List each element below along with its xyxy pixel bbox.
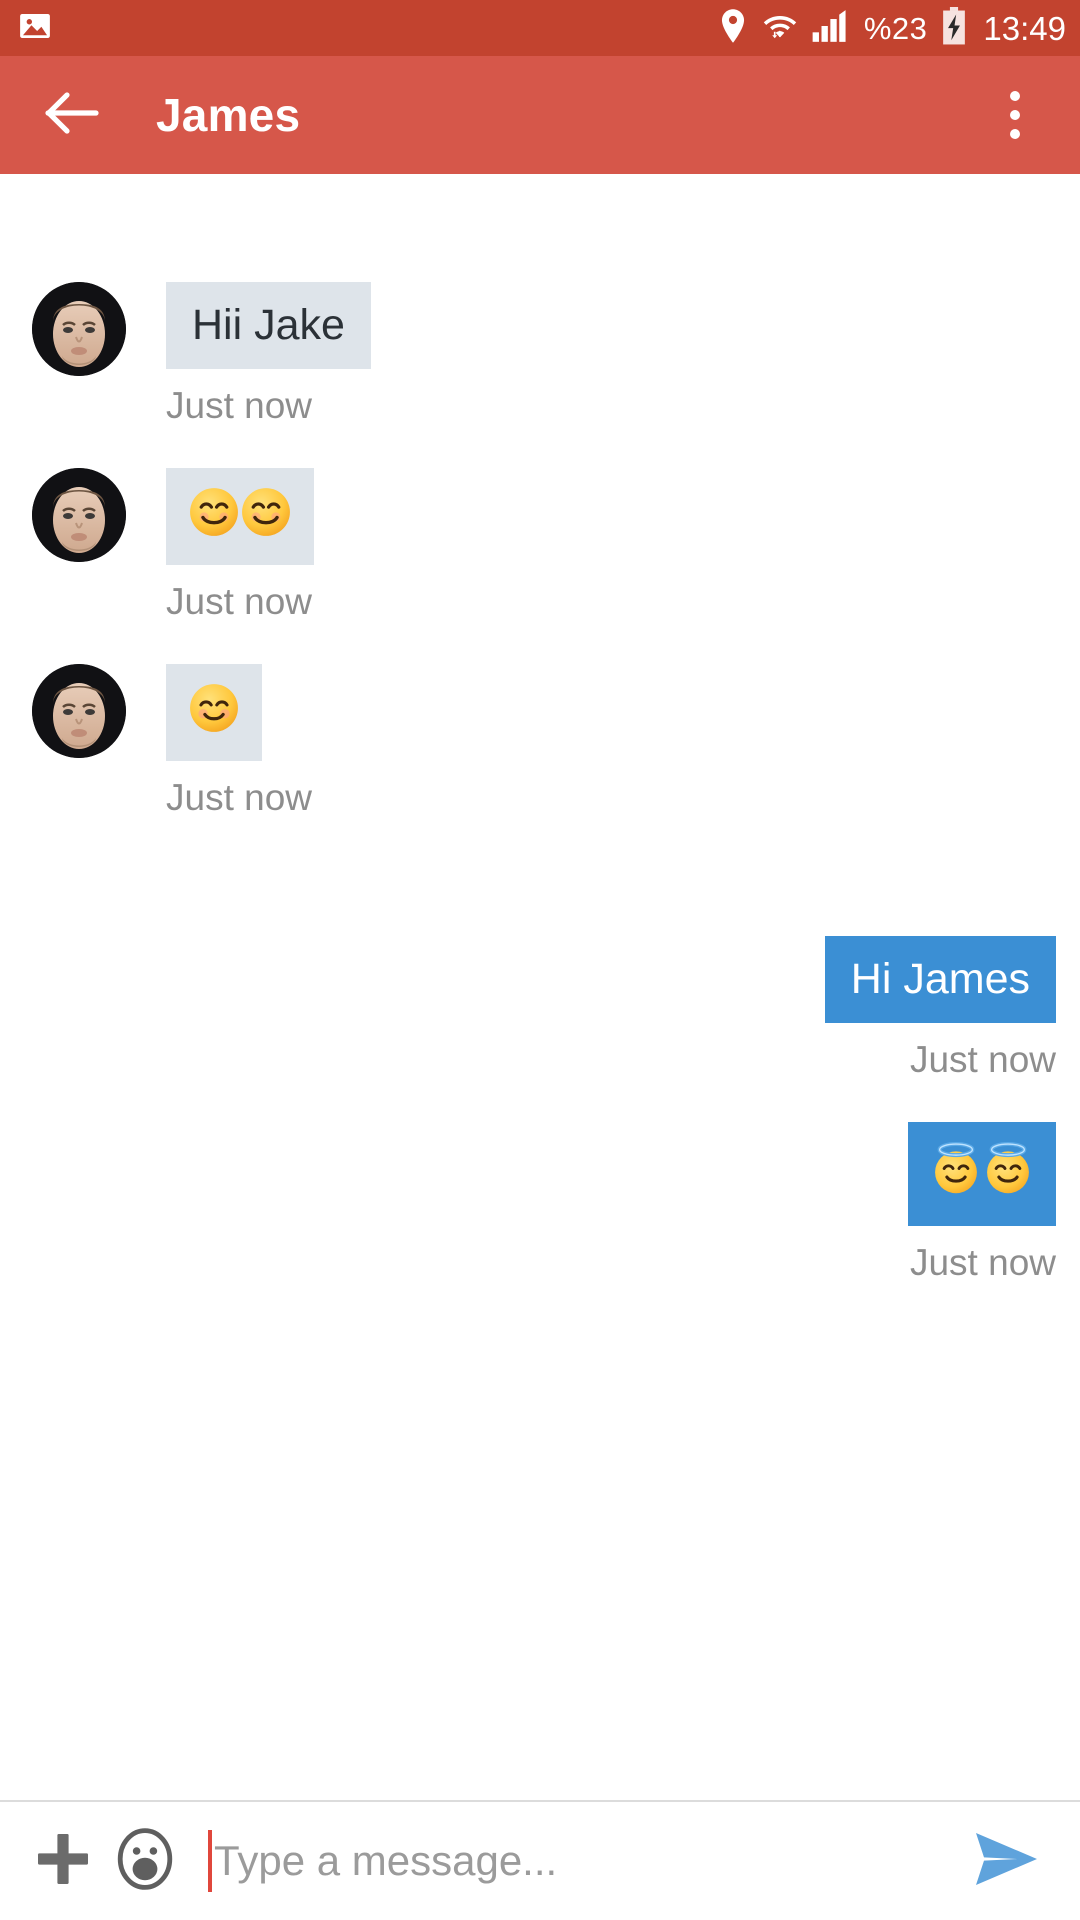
emoji-picker-button[interactable] [108,1824,182,1898]
back-button[interactable] [40,83,104,147]
plus-icon [33,1829,93,1894]
message-group: Just now [0,468,1080,620]
message-row-outgoing[interactable]: Hi James Just now [0,936,1080,1078]
status-bar-left [18,9,52,48]
battery-percent-label: %23 [863,10,928,46]
message-group: Hi James Just now [0,936,1080,1078]
message-column: Just now [908,1122,1056,1283]
overflow-menu-icon-dot2 [1010,110,1020,120]
message-row-incoming[interactable]: Just now [0,664,1080,816]
smiling-face-with-smiling-eyes-icon [188,486,240,547]
message-timestamp: Just now [909,1039,1056,1081]
message-timestamp: Just now [166,777,313,819]
message-bubble-incoming[interactable]: Hii Jake [166,282,371,369]
message-bubble-outgoing-emoji[interactable] [908,1122,1056,1226]
message-timestamp: Just now [166,581,313,623]
status-bar: %23 13:49 [0,0,1080,56]
message-timestamp: Just now [166,385,313,426]
battery-charging-icon [941,6,967,50]
send-icon [969,1827,1043,1896]
message-row-incoming[interactable]: Just now [0,468,1080,620]
smiling-face-with-smiling-eyes-icon-2 [240,486,292,547]
send-button[interactable] [960,1819,1052,1903]
wifi-icon [762,8,798,49]
back-arrow-icon [44,90,100,141]
attach-button[interactable] [26,1824,100,1898]
overflow-menu-icon-dot3 [1010,129,1020,139]
message-list[interactable]: Hii Jake Just now Just now Just now Hi J… [0,174,1080,1800]
relaxed-smiling-face-icon [188,682,240,743]
overflow-menu-button[interactable] [984,76,1046,154]
message-bubble-outgoing[interactable]: Hi James [824,936,1056,1024]
avatar-james[interactable] [32,664,126,759]
message-composer: Type a message... [0,1800,1080,1920]
avatar-james[interactable] [32,468,126,562]
message-group: Just now [0,1122,1080,1283]
app-bar: James [0,56,1080,174]
message-column: Just now [166,468,314,620]
text-cursor [208,1830,212,1892]
smiling-face-with-halo-icon [930,1140,982,1207]
location-pin-icon [718,8,748,49]
message-bubble-incoming-emoji[interactable] [166,664,262,762]
message-row-outgoing[interactable]: Just now [0,1122,1080,1283]
status-bar-right: %23 13:49 [718,6,1066,50]
message-column: Hii Jake Just now [166,282,371,424]
message-row-incoming[interactable]: Hii Jake Just now [0,282,1080,424]
cellular-signal-icon [812,9,850,48]
overflow-menu-icon [1010,91,1020,101]
message-input-placeholder: Type a message... [214,1837,558,1884]
avatar-james[interactable] [32,282,126,376]
message-timestamp: Just now [909,1241,1056,1283]
message-column: Hi James Just now [824,936,1056,1081]
chat-screen: %23 13:49 James Hii Jake Just now Just n… [0,0,1080,1920]
message-column: Just now [166,664,312,816]
smiling-face-with-halo-icon-2 [982,1140,1034,1207]
page-title: James [156,89,301,141]
message-group: Just now [0,664,1080,816]
message-bubble-incoming-emoji[interactable] [166,468,314,566]
photo-icon [18,9,52,48]
clock-label: 13:49 [983,9,1066,47]
message-group: Hii Jake Just now [0,282,1080,424]
emoji-face-icon [116,1827,174,1896]
message-input[interactable]: Type a message... [208,1822,960,1900]
